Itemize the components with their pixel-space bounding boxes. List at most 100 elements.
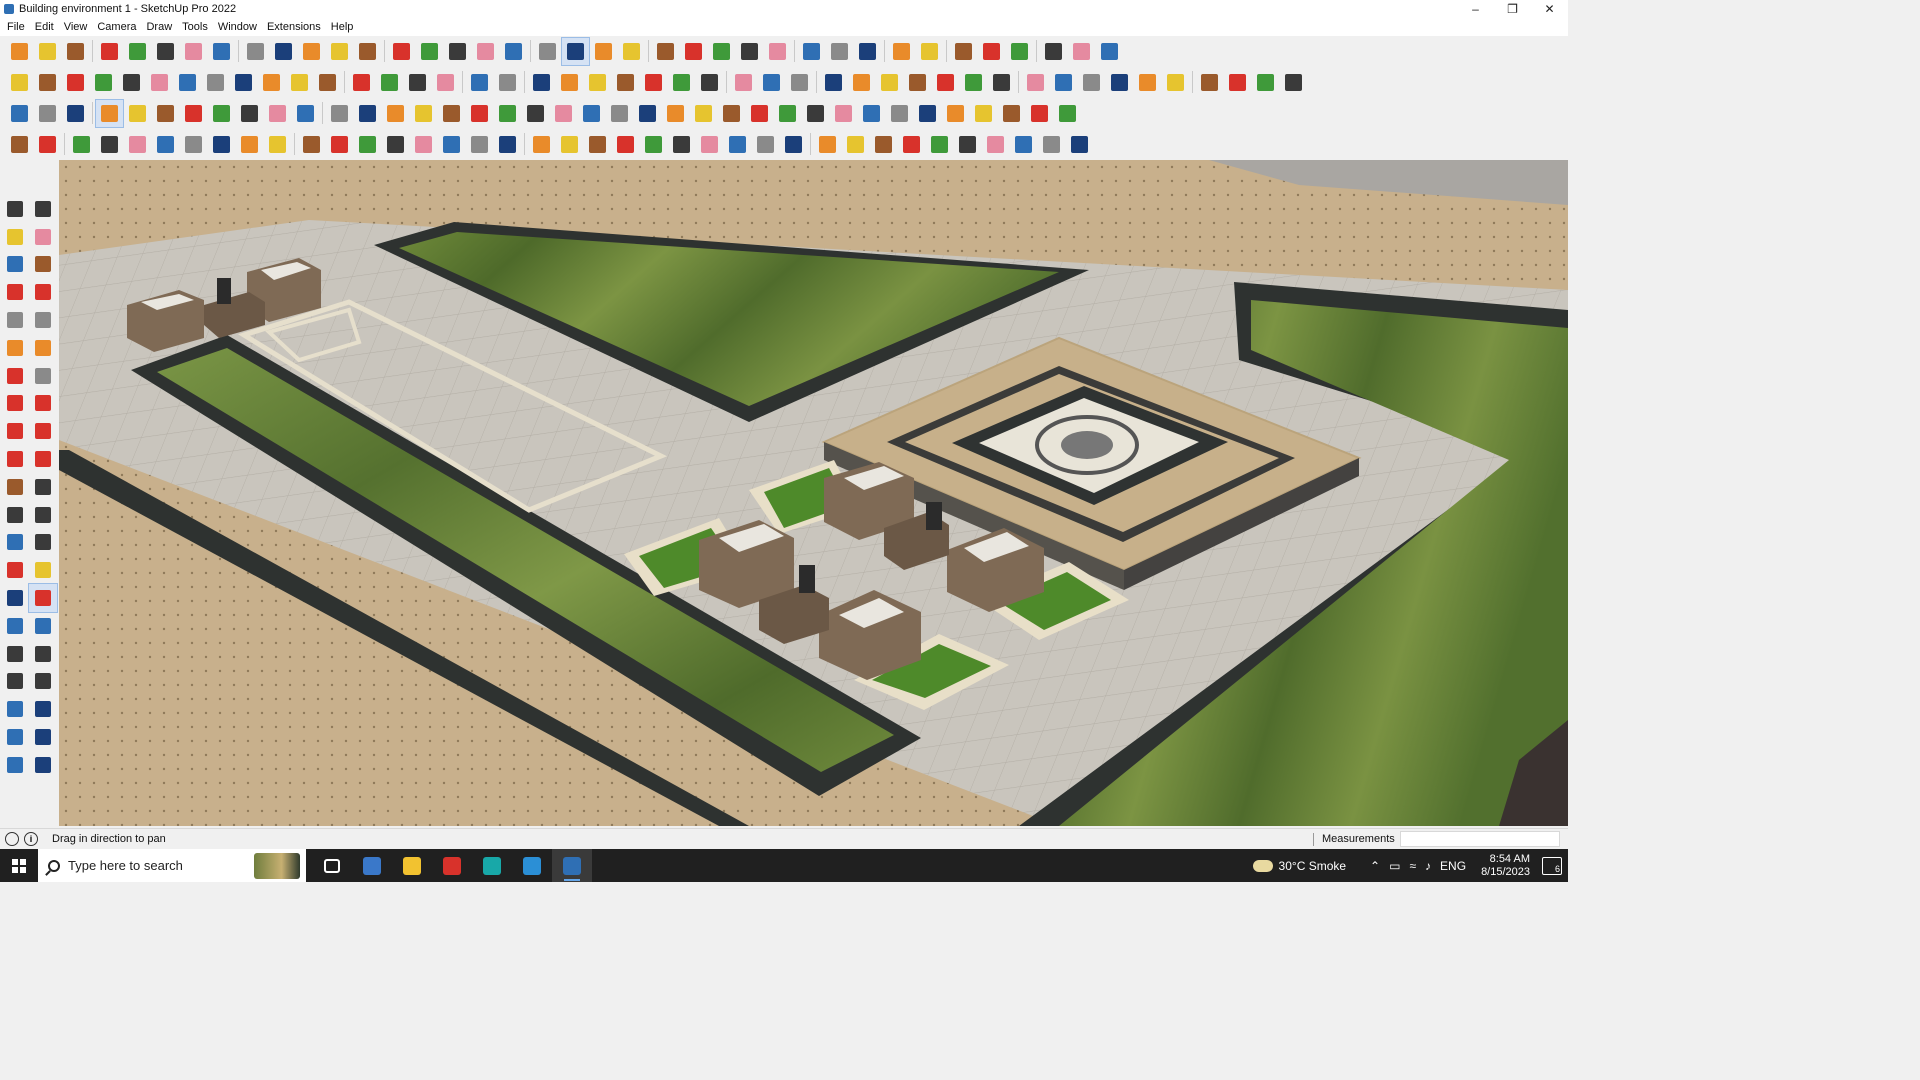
palette-tool-button[interactable] bbox=[1, 362, 29, 390]
toolbar-tool-button[interactable] bbox=[180, 38, 207, 65]
toolbar-tool-button[interactable] bbox=[152, 100, 179, 127]
toolbar-tool-button[interactable] bbox=[1050, 69, 1077, 96]
toolbar-tool-button[interactable] bbox=[950, 38, 977, 65]
toolbar-tool-button[interactable] bbox=[1078, 69, 1105, 96]
toolbar-tool-button[interactable] bbox=[820, 69, 847, 96]
taskbar-app-task-view[interactable] bbox=[312, 849, 352, 882]
start-button[interactable] bbox=[0, 849, 38, 882]
toolbar-tool-button[interactable] bbox=[870, 131, 897, 158]
taskbar-app-acrobat[interactable] bbox=[432, 849, 472, 882]
toolbar-tool-button[interactable] bbox=[1066, 131, 1093, 158]
palette-tool-button[interactable] bbox=[1, 195, 29, 223]
toolbar-tool-button[interactable] bbox=[1068, 38, 1095, 65]
clock[interactable]: 8:54 AM 8/15/2023 bbox=[1481, 853, 1530, 879]
palette-tool-button[interactable] bbox=[28, 583, 58, 613]
toolbar-tool-button[interactable] bbox=[1134, 69, 1161, 96]
palette-tool-button[interactable] bbox=[29, 612, 57, 640]
toolbar-tool-button[interactable] bbox=[774, 100, 801, 127]
scene-canvas[interactable] bbox=[59, 160, 1568, 826]
toolbar-tool-button[interactable] bbox=[746, 100, 773, 127]
toolbar-tool-button[interactable] bbox=[612, 131, 639, 158]
geo-location-icon[interactable] bbox=[5, 832, 19, 846]
toolbar-tool-button[interactable] bbox=[376, 69, 403, 96]
palette-tool-button[interactable] bbox=[1, 445, 29, 473]
toolbar-tool-button[interactable] bbox=[690, 100, 717, 127]
toolbar-tool-button[interactable] bbox=[416, 38, 443, 65]
toolbar-tool-button[interactable] bbox=[236, 131, 263, 158]
toolbar-tool-button[interactable] bbox=[34, 100, 61, 127]
toolbar-tool-button[interactable] bbox=[208, 38, 235, 65]
toolbar-tool-button[interactable] bbox=[960, 69, 987, 96]
chevron-up-icon[interactable]: ⌃ bbox=[1370, 859, 1380, 873]
toolbar-tool-button[interactable] bbox=[752, 131, 779, 158]
toolbar-tool-button[interactable] bbox=[444, 38, 471, 65]
palette-tool-button[interactable] bbox=[29, 306, 57, 334]
toolbar-tool-button[interactable] bbox=[640, 69, 667, 96]
palette-tool-button[interactable] bbox=[1, 723, 29, 751]
toolbar-tool-button[interactable] bbox=[466, 131, 493, 158]
palette-tool-button[interactable] bbox=[1, 390, 29, 418]
toolbar-tool-button[interactable] bbox=[62, 100, 89, 127]
toolbar-tool-button[interactable] bbox=[96, 38, 123, 65]
palette-tool-button[interactable] bbox=[29, 723, 57, 751]
palette-tool-button[interactable] bbox=[1, 251, 29, 279]
toolbar-tool-button[interactable] bbox=[348, 69, 375, 96]
palette-tool-button[interactable] bbox=[1, 556, 29, 584]
toolbar-tool-button[interactable] bbox=[208, 131, 235, 158]
toolbar-tool-button[interactable] bbox=[978, 38, 1005, 65]
battery-icon[interactable]: ▭ bbox=[1389, 859, 1400, 873]
toolbar-tool-button[interactable] bbox=[1038, 131, 1065, 158]
toolbar-tool-button[interactable] bbox=[494, 131, 521, 158]
toolbar-tool-button[interactable] bbox=[606, 100, 633, 127]
toolbar-tool-button[interactable] bbox=[764, 38, 791, 65]
toolbar-tool-button[interactable] bbox=[404, 69, 431, 96]
toolbar-tool-button[interactable] bbox=[556, 131, 583, 158]
toolbar-tool-button[interactable] bbox=[561, 36, 590, 66]
palette-tool-button[interactable] bbox=[1, 473, 29, 501]
palette-tool-button[interactable] bbox=[29, 751, 57, 779]
palette-tool-button[interactable] bbox=[29, 195, 57, 223]
toolbar-tool-button[interactable] bbox=[982, 131, 1009, 158]
toolbar-tool-button[interactable] bbox=[1010, 131, 1037, 158]
toolbar-tool-button[interactable] bbox=[618, 38, 645, 65]
palette-tool-button[interactable] bbox=[1, 306, 29, 334]
toolbar-tool-button[interactable] bbox=[876, 69, 903, 96]
toolbar-tool-button[interactable] bbox=[830, 100, 857, 127]
toolbar-tool-button[interactable] bbox=[736, 38, 763, 65]
palette-tool-button[interactable] bbox=[29, 278, 57, 306]
palette-tool-button[interactable] bbox=[29, 223, 57, 251]
toolbar-tool-button[interactable] bbox=[814, 131, 841, 158]
toolbar-tool-button[interactable] bbox=[382, 131, 409, 158]
toolbar-tool-button[interactable] bbox=[180, 100, 207, 127]
toolbar-tool-button[interactable] bbox=[388, 38, 415, 65]
toolbar-tool-button[interactable] bbox=[236, 100, 263, 127]
toolbar-tool-button[interactable] bbox=[180, 131, 207, 158]
palette-tool-button[interactable] bbox=[29, 695, 57, 723]
toolbar-tool-button[interactable] bbox=[1162, 69, 1189, 96]
toolbar-tool-button[interactable] bbox=[472, 38, 499, 65]
toolbar-tool-button[interactable] bbox=[904, 69, 931, 96]
toolbar-tool-button[interactable] bbox=[242, 38, 269, 65]
toolbar-tool-button[interactable] bbox=[848, 69, 875, 96]
toolbar-tool-button[interactable] bbox=[942, 100, 969, 127]
toolbar-tool-button[interactable] bbox=[612, 69, 639, 96]
toolbar-tool-button[interactable] bbox=[528, 69, 555, 96]
toolbar-tool-button[interactable] bbox=[998, 100, 1025, 127]
toolbar-tool-button[interactable] bbox=[432, 69, 459, 96]
toolbar-tool-button[interactable] bbox=[95, 98, 124, 128]
toolbar-tool-button[interactable] bbox=[286, 69, 313, 96]
toolbar-tool-button[interactable] bbox=[1054, 100, 1081, 127]
toolbar-tool-button[interactable] bbox=[1280, 69, 1307, 96]
toolbar-tool-button[interactable] bbox=[174, 69, 201, 96]
toolbar-tool-button[interactable] bbox=[708, 38, 735, 65]
toolbar-tool-button[interactable] bbox=[6, 69, 33, 96]
toolbar-tool-button[interactable] bbox=[550, 100, 577, 127]
toolbar-tool-button[interactable] bbox=[1022, 69, 1049, 96]
toolbar-tool-button[interactable] bbox=[534, 38, 561, 65]
toolbar-tool-button[interactable] bbox=[96, 131, 123, 158]
toolbar-tool-button[interactable] bbox=[382, 100, 409, 127]
toolbar-tool-button[interactable] bbox=[730, 69, 757, 96]
taskbar-app-file-explorer[interactable] bbox=[392, 849, 432, 882]
palette-tool-button[interactable] bbox=[1, 501, 29, 529]
toolbar-tool-button[interactable] bbox=[438, 131, 465, 158]
